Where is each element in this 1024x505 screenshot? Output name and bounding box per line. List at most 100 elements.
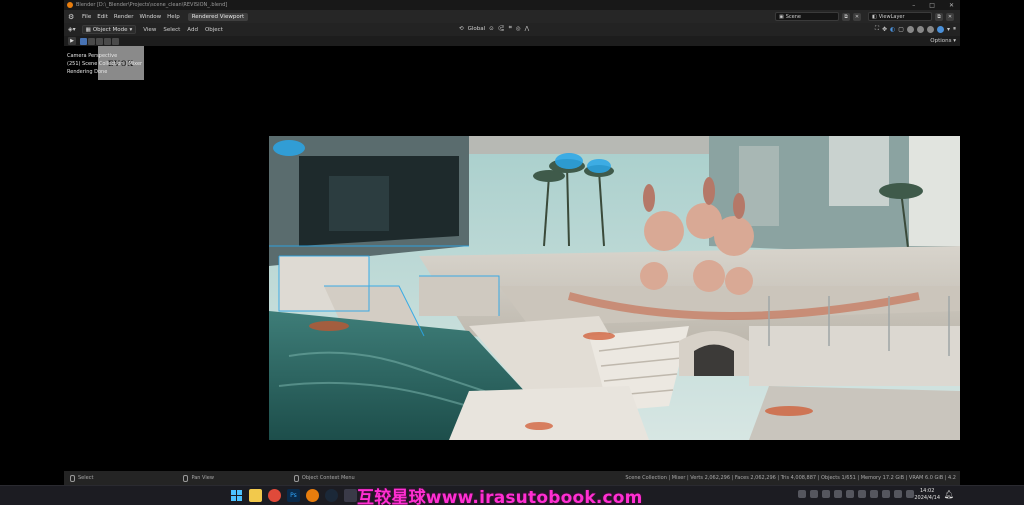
object-mode-dropdown[interactable]: ▦ Object Mode ▾ bbox=[81, 25, 137, 34]
shading-dropdown-icon[interactable]: ▾ bbox=[947, 26, 950, 33]
object-mode-label: Object Mode bbox=[92, 26, 128, 33]
windows-logo-icon bbox=[231, 490, 242, 501]
steam-icon[interactable] bbox=[325, 489, 338, 502]
viewport-header: ◈▾ ▦ Object Mode ▾ View Select Add Objec… bbox=[64, 23, 960, 36]
status-select: Select bbox=[70, 474, 93, 482]
scene-selectors: ▣ Scene ⧉ ✕ ◧ ViewLayer ⧉ ✕ bbox=[775, 12, 954, 21]
menu-help[interactable]: Help bbox=[167, 14, 180, 20]
minimize-button[interactable]: – bbox=[912, 2, 915, 9]
tray-icon-10[interactable] bbox=[906, 490, 914, 498]
scene-statistics: Scene Collection | Mixer | Verts 2,062,2… bbox=[625, 475, 956, 481]
transform-orientation-dropdown[interactable]: Global bbox=[468, 26, 486, 32]
delete-scene-button[interactable]: ✕ bbox=[853, 12, 861, 21]
viewport-info-text: Camera Perspective (251) Scene Collectio… bbox=[67, 52, 142, 76]
start-icon[interactable] bbox=[230, 489, 243, 502]
system-tray bbox=[798, 490, 914, 498]
tray-icon-5[interactable] bbox=[846, 490, 854, 498]
collection-label: (251) Scene Collection | Mixer bbox=[67, 61, 143, 67]
menu-add[interactable]: Add bbox=[187, 27, 198, 33]
delete-view-layer-button[interactable]: ✕ bbox=[946, 12, 954, 21]
view-layer-icon: ◧ bbox=[872, 13, 877, 20]
tray-icon-9[interactable] bbox=[894, 490, 902, 498]
tray-icon-2[interactable] bbox=[810, 490, 818, 498]
maximize-button[interactable]: □ bbox=[929, 2, 935, 9]
notification-bell-icon[interactable]: 🔔︎ bbox=[944, 490, 954, 499]
status-context-menu: Object Context Menu bbox=[293, 474, 355, 482]
menu-select[interactable]: Select bbox=[163, 27, 180, 33]
selection-mode-intersect[interactable] bbox=[112, 37, 119, 45]
viewport-display-tools: ⛶ ✥ ◐ ▢ ▾ ⏸ bbox=[875, 25, 956, 33]
menu-view[interactable]: View bbox=[143, 27, 156, 33]
mouse-middle-icon bbox=[183, 474, 189, 482]
rendered-scene bbox=[269, 136, 960, 440]
gizmo-icon[interactable]: ✥ bbox=[882, 26, 887, 33]
menu-window[interactable]: Window bbox=[139, 14, 161, 20]
menu-render[interactable]: Render bbox=[114, 14, 134, 20]
options-label: Options bbox=[930, 38, 952, 44]
xray-icon[interactable]: ▢ bbox=[898, 26, 904, 33]
snap-target-icon[interactable]: ⌗ bbox=[509, 25, 512, 32]
menu-file[interactable]: File bbox=[82, 14, 91, 20]
proportional-edit-icon[interactable]: ◎ bbox=[516, 26, 521, 32]
snap-icon[interactable]: 🧲︎ bbox=[498, 26, 505, 32]
view-layer-field[interactable]: ◧ ViewLayer bbox=[868, 12, 932, 21]
transform-tools: ⟲ Global ⊙ 🧲︎ ⌗ ◎ ⋀ bbox=[459, 25, 529, 32]
status-pan-view-label: Pan View bbox=[191, 475, 214, 481]
window-controls: – □ ✕ bbox=[912, 0, 954, 10]
solid-shading-button[interactable] bbox=[916, 25, 924, 33]
selection-mode-invert[interactable] bbox=[104, 37, 111, 45]
status-pan-view: Pan View bbox=[183, 474, 214, 482]
window-title-bar: Blender [D:\_Blender\Projects\scene_clea… bbox=[64, 0, 960, 10]
scene-icon: ▣ bbox=[779, 13, 784, 20]
blender-menu-icon[interactable]: ⚙ bbox=[68, 13, 76, 21]
workspace-tab[interactable]: Rendered Viewport bbox=[187, 12, 249, 21]
top-menu-bar: ⚙ File Edit Render Window Help Rendered … bbox=[64, 10, 960, 23]
new-scene-button[interactable]: ⧉ bbox=[842, 12, 850, 21]
photoshop-icon[interactable]: Ps bbox=[287, 489, 300, 502]
window-title: Blender [D:\_Blender\Projects\scene_clea… bbox=[76, 2, 228, 8]
new-view-layer-button[interactable]: ⧉ bbox=[935, 12, 943, 21]
selection-mode-new[interactable] bbox=[80, 37, 87, 45]
wireframe-shading-button[interactable] bbox=[906, 25, 914, 33]
menu-edit[interactable]: Edit bbox=[97, 14, 108, 20]
tray-icon-6[interactable] bbox=[858, 490, 866, 498]
clock-time: 14:02 bbox=[919, 488, 935, 494]
blender-logo-icon bbox=[67, 2, 73, 8]
transform-orientation-icon: ⟲ bbox=[459, 25, 464, 32]
blender-window: Blender [D:\_Blender\Projects\scene_clea… bbox=[64, 0, 960, 485]
mouse-left-icon bbox=[70, 474, 75, 482]
pause-render-icon[interactable]: ⏸ bbox=[953, 25, 956, 33]
object-mode-icon: ▦ bbox=[85, 26, 91, 33]
selection-mode-extend[interactable] bbox=[88, 37, 95, 45]
select-tool-icon[interactable]: ▶ bbox=[68, 37, 76, 45]
options-dropdown[interactable]: Options ▾ bbox=[930, 38, 956, 44]
file-explorer-icon[interactable] bbox=[249, 489, 262, 502]
scene-field[interactable]: ▣ Scene bbox=[775, 12, 839, 21]
view-object-types-icon[interactable]: ⛶ bbox=[875, 25, 879, 33]
status-context-menu-label: Object Context Menu bbox=[301, 475, 355, 481]
scene-field-label: Scene bbox=[785, 13, 801, 20]
letterbox-left bbox=[0, 0, 64, 505]
close-button[interactable]: ✕ bbox=[949, 2, 954, 9]
app-icon-7[interactable] bbox=[344, 489, 357, 502]
editor-type-icon[interactable]: ◈▾ bbox=[68, 26, 76, 33]
chevron-down-icon: ▾ bbox=[129, 26, 133, 33]
clock-date: 2024/4/14 bbox=[914, 495, 940, 501]
tray-icon-4[interactable] bbox=[834, 490, 842, 498]
overlays-icon[interactable]: ◐ bbox=[890, 26, 895, 33]
taskbar-apps: Ps bbox=[230, 489, 357, 502]
tray-icon-7[interactable] bbox=[870, 490, 878, 498]
tray-icon-3[interactable] bbox=[822, 490, 830, 498]
falloff-icon[interactable]: ⋀ bbox=[525, 26, 530, 32]
rendered-shading-button[interactable] bbox=[936, 25, 944, 33]
selection-mode-subtract[interactable] bbox=[96, 37, 103, 45]
tray-icon-8[interactable] bbox=[882, 490, 890, 498]
blender-taskbar-icon[interactable] bbox=[306, 489, 319, 502]
chrome-icon[interactable] bbox=[268, 489, 281, 502]
3d-viewport[interactable]: EVOX Camera Perspective (251) Scene Coll… bbox=[64, 46, 960, 471]
material-shading-button[interactable] bbox=[926, 25, 934, 33]
tray-icon-1[interactable] bbox=[798, 490, 806, 498]
pivot-point-icon[interactable]: ⊙ bbox=[489, 26, 494, 32]
taskbar-clock[interactable]: 14:02 2024/4/14 bbox=[914, 488, 940, 502]
menu-object[interactable]: Object bbox=[205, 27, 223, 33]
